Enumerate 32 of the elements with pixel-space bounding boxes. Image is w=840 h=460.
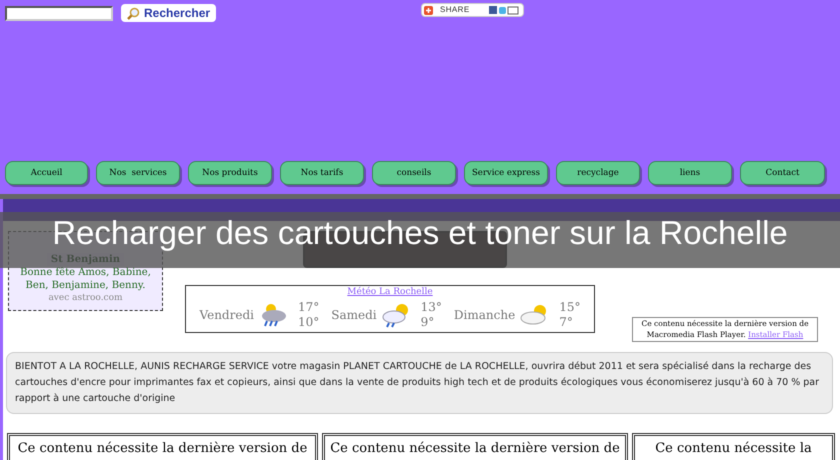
plus-icon xyxy=(424,6,433,14)
flash-notice: Ce contenu nécessite la dernière version de xyxy=(7,433,318,460)
search-button[interactable]: Rechercher xyxy=(121,4,216,22)
day-name: Vendredi xyxy=(200,306,254,324)
high-temperature: 17° xyxy=(298,300,320,314)
low-temperature: 7° xyxy=(559,314,574,330)
flash-notice: Ce contenu nécessite la xyxy=(632,433,835,460)
social-icons xyxy=(489,6,519,14)
search-field[interactable] xyxy=(5,6,113,20)
nav-button[interactable]: Nos tarifs xyxy=(280,161,364,185)
weather-link[interactable]: Météo La Rochelle xyxy=(347,286,433,300)
nav-button[interactable]: Accueil xyxy=(5,161,88,185)
nav-button[interactable]: Service express xyxy=(464,161,548,185)
name-day-wishes: Bonne fête Amos, Babine, Ben, Benjamine, Benny. xyxy=(19,266,152,292)
nav-button[interactable]: Contact xyxy=(740,161,825,185)
nav-button[interactable]: Nos produits xyxy=(188,161,272,185)
nav-button[interactable]: recyclage xyxy=(556,161,640,185)
nav-button[interactable]: Nos services xyxy=(96,161,180,185)
page-title: Recharger des cartouches et toner sur la Rochelle xyxy=(52,216,788,249)
day-name: Dimanche xyxy=(454,306,516,324)
intro-paragraph: BIENTOT A LA ROCHELLE, AUNIS RECHARGE SERVICE votre magasin PLANET CARTOUCHE de LA ROCHELLE, ouvrira début 2011 et sera spécialisé dans la recharge des cartouches d'encre pour imprimantes fax et copieurs, ainsi que dans la vente de produits high tech et de produits écologiques vous économiserez jusqu'à 60 à 70 % par rapport à une cartouche d'origine xyxy=(6,352,833,414)
search-icon xyxy=(127,6,140,20)
day-name: Samedi xyxy=(331,306,377,324)
high-temperature: 15° xyxy=(559,300,580,314)
share-button[interactable]: SHARE xyxy=(421,3,524,17)
high-temperature: 13° xyxy=(420,300,442,314)
nav-button[interactable]: conseils xyxy=(372,161,456,185)
nav-button[interactable]: liens xyxy=(648,161,732,185)
flash-notice: Ce contenu nécessite la dernière version de xyxy=(322,433,628,460)
credit-text: avec astroo.com xyxy=(48,292,123,305)
low-temperature: 9° xyxy=(420,314,436,330)
low-temperature: 10° xyxy=(298,314,320,330)
